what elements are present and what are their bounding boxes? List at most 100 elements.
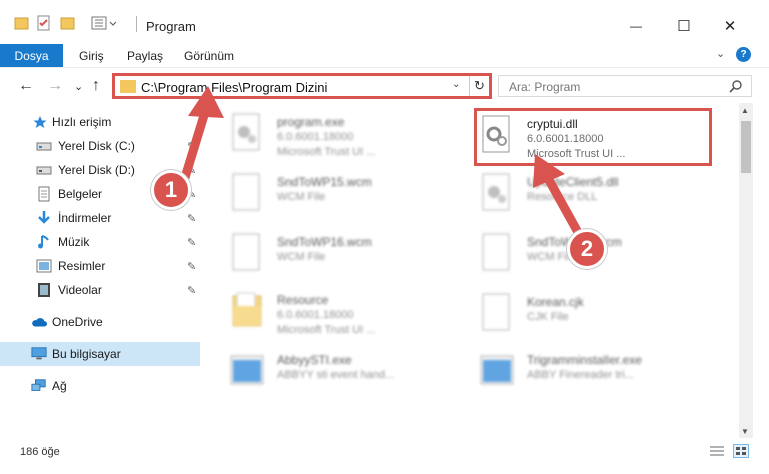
videos-icon: [36, 282, 52, 298]
file-item[interactable]: program.exe 6.0.6001.18000 Microsoft Tru…: [229, 109, 479, 165]
sidebar-item-music[interactable]: Müzik ✎: [0, 230, 200, 254]
file-description: ABBY Finereader tri...: [527, 369, 634, 381]
refresh-icon[interactable]: ↻: [469, 76, 489, 96]
help-icon[interactable]: ?: [736, 47, 751, 62]
blank-file-icon: [482, 293, 510, 331]
file-item[interactable]: SndToWP15.wcm WCM File: [229, 169, 479, 225]
computer-icon: [31, 346, 47, 362]
title-separator: [136, 16, 137, 32]
sidebar-item-this-pc[interactable]: Bu bilgisayar: [0, 342, 200, 366]
item-count: 186 öğe: [20, 446, 60, 458]
address-dropdown-icon[interactable]: ⌄: [452, 79, 460, 90]
sidebar-label: Belgeler: [58, 187, 103, 201]
new-folder-icon[interactable]: [60, 15, 76, 33]
sidebar-item-videos[interactable]: Videolar ✎: [0, 278, 200, 302]
app-icon: [230, 355, 264, 385]
drive-icon: [36, 162, 52, 178]
sidebar-label: Müzik: [58, 235, 90, 249]
properties-icon[interactable]: [36, 15, 52, 33]
file-description: Microsoft Trust UI ...: [277, 324, 376, 336]
file-item[interactable]: TrigramminstalIer.exe ABBY Finereader tr…: [479, 347, 729, 403]
pictures-icon: [36, 258, 52, 274]
scroll-down-icon[interactable]: ▼: [741, 427, 749, 436]
cloud-icon: [31, 314, 47, 330]
status-bar: 186 öğe: [0, 440, 769, 474]
sidebar-label: OneDrive: [52, 315, 103, 329]
address-row: ← → ⌄ ↑ C:\Program Files\Program Dizini …: [0, 67, 769, 103]
scroll-up-icon[interactable]: ▲: [741, 106, 749, 115]
sidebar-item-network[interactable]: Ağ: [0, 374, 200, 398]
blank-file-icon: [482, 233, 510, 271]
sidebar-label: Ağ: [52, 379, 67, 393]
folder-small-icon: [14, 15, 30, 33]
file-type: WCM File: [277, 191, 326, 203]
download-icon: [36, 210, 52, 226]
blank-file-icon: [232, 173, 260, 211]
file-item[interactable]: Resource 6.0.6001.18000 Microsoft Trust …: [229, 287, 479, 343]
sidebar-item-pictures[interactable]: Resimler ✎: [0, 254, 200, 278]
sidebar-label: İndirmeler: [58, 211, 112, 225]
file-item[interactable]: SndToWP16.wcm WCM File: [229, 229, 479, 285]
tiles-view-icon[interactable]: [733, 444, 749, 458]
file-item[interactable]: Korean.cjk CJK File: [479, 289, 729, 345]
search-icon: [729, 79, 743, 96]
file-description: ABBYY sti event hand...: [277, 369, 395, 381]
file-item[interactable]: AbbyySTI.exe ABBYY sti event hand...: [229, 347, 479, 403]
file-type: CJK File: [527, 311, 569, 323]
customize-toolbar-icon[interactable]: [91, 15, 121, 33]
file-name: SndToWP15.wcm: [277, 175, 372, 189]
app-icon: [480, 355, 514, 385]
tab-home[interactable]: Giriş: [79, 49, 104, 63]
sidebar-label: Yerel Disk (D:): [58, 163, 135, 177]
recent-locations-button[interactable]: ⌄: [74, 80, 83, 93]
vertical-scrollbar[interactable]: ▲ ▼: [739, 103, 753, 438]
expand-ribbon-icon[interactable]: ⌄: [716, 47, 725, 60]
pin-icon: ✎: [187, 284, 197, 297]
file-name: program.exe: [277, 115, 345, 129]
drive-icon: [36, 138, 52, 154]
pin-icon: ✎: [187, 236, 197, 249]
title-bar: Program — ☐ ✕: [0, 0, 769, 40]
documents-icon: [36, 186, 52, 202]
close-button[interactable]: ✕: [707, 12, 753, 40]
scroll-thumb[interactable]: [741, 121, 751, 173]
folder-icon: [120, 80, 136, 93]
file-name: AbbyySTI.exe: [277, 353, 352, 367]
file-version: 6.0.6001.18000: [277, 309, 354, 321]
sidebar-label: Yerel Disk (C:): [58, 139, 135, 153]
back-button[interactable]: ←: [18, 77, 34, 95]
file-version: 6.0.6001.18000: [277, 131, 354, 143]
gear-file-icon: [232, 113, 260, 151]
folder-icon: [232, 292, 262, 327]
sidebar-label: Resimler: [58, 259, 106, 273]
details-view-icon[interactable]: [709, 444, 725, 458]
ribbon-tabs: Dosya Giriş Paylaş Görünüm ⌄ ?: [0, 41, 769, 67]
search-input[interactable]: Ara: Program: [498, 75, 752, 97]
gear-file-icon: [482, 173, 510, 211]
pin-icon: ✎: [187, 212, 197, 225]
sidebar-label: Hızlı erişim: [52, 115, 112, 129]
step-badge-2: 2: [567, 229, 607, 269]
tab-share[interactable]: Paylaş: [127, 49, 163, 63]
star-icon: [32, 114, 48, 130]
file-name: Korean.cjk: [527, 295, 584, 309]
tab-view[interactable]: Görünüm: [184, 49, 234, 63]
up-button[interactable]: ↑: [92, 77, 100, 95]
file-type: WCM File: [277, 251, 326, 263]
search-placeholder: Ara: Program: [509, 80, 581, 94]
pin-icon: ✎: [187, 260, 197, 273]
minimize-button[interactable]: —: [613, 12, 659, 40]
sidebar-label: Videolar: [58, 283, 102, 297]
forward-button[interactable]: →: [47, 77, 63, 95]
maximize-button[interactable]: ☐: [661, 12, 707, 40]
window-title: Program: [146, 19, 196, 34]
sidebar-label: Bu bilgisayar: [52, 347, 121, 361]
blank-file-icon: [232, 233, 260, 271]
sidebar-item-onedrive[interactable]: OneDrive: [0, 310, 200, 334]
file-description: Microsoft Trust UI ...: [277, 146, 376, 158]
tab-file[interactable]: Dosya: [0, 44, 63, 67]
file-name: SndToWP16.wcm: [277, 235, 372, 249]
file-name: Resource: [277, 293, 329, 307]
step-badge-1: 1: [151, 170, 191, 210]
network-icon: [31, 378, 47, 394]
